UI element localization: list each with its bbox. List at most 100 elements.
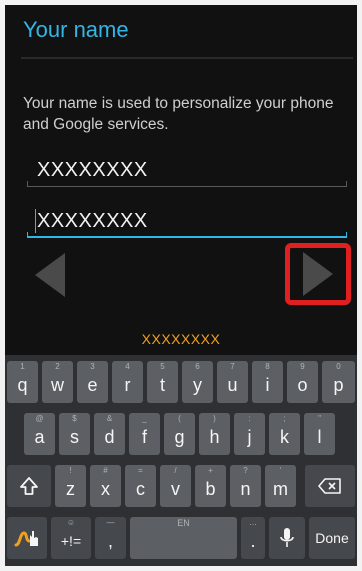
last-name-field[interactable]: XXXXXXXX — [27, 206, 347, 238]
next-button[interactable] — [285, 243, 351, 305]
key-v[interactable]: / v — [160, 465, 191, 507]
key-label: i — [265, 374, 270, 395]
last-name-value: XXXXXXXX — [37, 210, 148, 232]
key-h[interactable]: ) h — [199, 413, 230, 455]
key-secondary: 1 — [20, 362, 25, 371]
key-label: k — [280, 426, 289, 447]
key-a[interactable]: @ a — [24, 413, 55, 455]
key-label: s — [70, 426, 79, 447]
key-e[interactable]: 3e — [77, 361, 108, 403]
key-label: , — [107, 530, 113, 551]
space-key[interactable]: EN — [130, 517, 237, 559]
backspace-key[interactable] — [305, 465, 355, 507]
key-secondary: 3 — [90, 362, 95, 371]
key-label: y — [193, 374, 202, 395]
key-o[interactable]: 9o — [287, 361, 318, 403]
key-label: +!= — [60, 533, 82, 549]
swype-key[interactable] — [7, 517, 47, 559]
key-label: j — [247, 426, 252, 447]
first-name-field[interactable]: XXXXXXXX — [27, 155, 347, 187]
comma-key[interactable]: — , — [95, 517, 126, 559]
key-label: m — [273, 478, 288, 499]
key-g[interactable]: (g — [164, 413, 195, 455]
key-x[interactable]: # x — [90, 465, 121, 507]
key-label: x — [101, 478, 110, 499]
space-language-label: EN — [177, 518, 190, 528]
key-label: . — [250, 530, 256, 551]
key-label: o — [297, 374, 308, 395]
backspace-icon — [318, 478, 341, 494]
setup-screen: Your name Your name is used to personali… — [5, 5, 357, 566]
key-secondary: ' — [279, 466, 282, 475]
key-secondary: / — [174, 466, 177, 475]
microphone-key[interactable] — [269, 517, 305, 559]
key-secondary: — — [106, 518, 115, 527]
key-label: h — [209, 426, 220, 447]
key-label: u — [227, 374, 238, 395]
period-key[interactable]: … . — [241, 517, 265, 559]
key-secondary: ; — [283, 414, 286, 423]
user-hint-text: XXXXXXXX — [141, 331, 221, 347]
key-u[interactable]: 7u — [217, 361, 248, 403]
symbols-key[interactable]: ☺ +!= — [51, 517, 91, 559]
triangle-left-icon — [35, 253, 65, 297]
shift-icon — [20, 477, 38, 495]
key-w[interactable]: 2w — [42, 361, 73, 403]
key-secondary: 4 — [125, 362, 130, 371]
first-name-value: XXXXXXXX — [37, 159, 148, 181]
key-b[interactable]: + b — [195, 465, 226, 507]
page-title: Your name — [23, 17, 129, 42]
description-text: Your name is used to personalize your ph… — [23, 95, 334, 133]
key-l[interactable]: " l — [304, 413, 335, 455]
key-s[interactable]: $ s — [59, 413, 90, 455]
key-i[interactable]: 8i — [252, 361, 283, 403]
key-label: l — [317, 426, 322, 447]
key-secondary: # — [103, 466, 108, 475]
key-d[interactable]: & d — [94, 413, 125, 455]
key-k[interactable]: ; k — [269, 413, 300, 455]
key-p[interactable]: 0p — [322, 361, 355, 403]
key-secondary: " — [318, 414, 321, 423]
key-c[interactable]: = c — [125, 465, 156, 507]
key-secondary: 0 — [336, 362, 341, 371]
key-secondary: 2 — [55, 362, 60, 371]
triangle-right-icon — [303, 252, 333, 296]
key-label: c — [136, 478, 145, 499]
key-secondary: : — [248, 414, 251, 423]
key-secondary: = — [138, 466, 143, 475]
key-label: t — [159, 374, 165, 395]
title-divider — [21, 57, 353, 59]
key-secondary: … — [249, 518, 257, 527]
key-z[interactable]: ! z — [55, 465, 86, 507]
key-secondary: $ — [72, 414, 77, 423]
key-y[interactable]: 6y — [182, 361, 213, 403]
key-secondary: 9 — [300, 362, 305, 371]
key-label: n — [240, 478, 251, 499]
key-m[interactable]: ' m — [265, 465, 296, 507]
field-underline — [27, 186, 347, 187]
microphone-icon — [280, 528, 294, 547]
field-edge — [27, 232, 28, 238]
shift-key[interactable] — [7, 465, 51, 507]
key-label: f — [141, 426, 147, 447]
key-label: v — [171, 478, 180, 499]
key-label: e — [87, 374, 98, 395]
key-secondary: & — [106, 414, 113, 423]
key-r[interactable]: 4r — [112, 361, 143, 403]
key-secondary: ) — [213, 414, 216, 423]
key-label: a — [34, 426, 45, 447]
done-key[interactable]: Done — [309, 517, 355, 559]
key-secondary: ☺ — [66, 518, 76, 527]
key-f[interactable]: _ f — [129, 413, 160, 455]
key-secondary: 6 — [195, 362, 200, 371]
key-q[interactable]: 1q — [7, 361, 38, 403]
key-t[interactable]: 5t — [147, 361, 178, 403]
key-label: q — [17, 374, 28, 395]
key-secondary: @ — [35, 414, 44, 423]
field-edge — [346, 232, 347, 238]
key-secondary: ( — [178, 414, 181, 423]
key-n[interactable]: ? n — [230, 465, 261, 507]
key-j[interactable]: :j — [234, 413, 265, 455]
key-secondary: ? — [243, 466, 248, 475]
back-button[interactable] — [25, 250, 75, 300]
